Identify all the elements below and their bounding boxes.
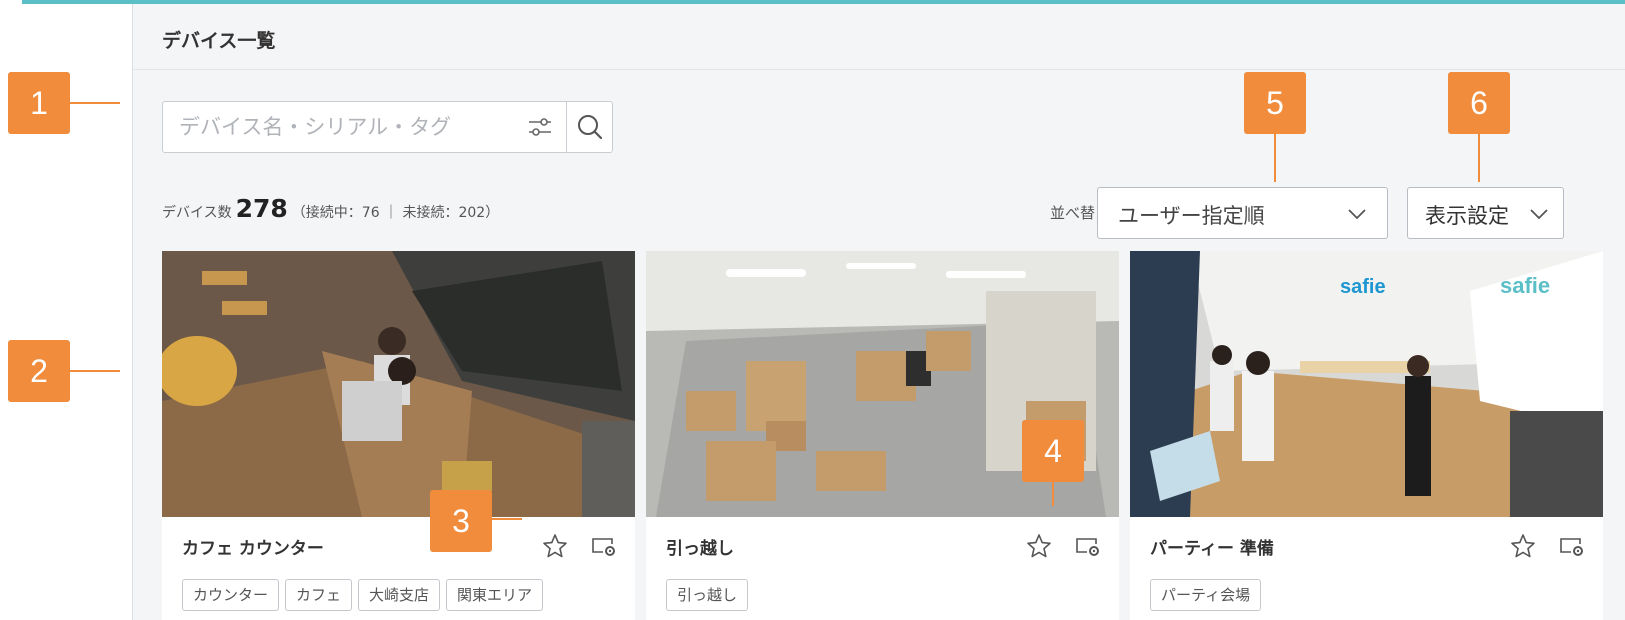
tag-list: 引っ越し <box>666 579 749 611</box>
device-card[interactable]: カフェ カウンター カウンター カフェ 大崎支店 関東エリア <box>162 251 635 620</box>
sort-selected-value: ユーザー指定順 <box>1118 204 1265 228</box>
device-name: 引っ越し <box>666 539 734 559</box>
favorite-button[interactable] <box>541 532 569 560</box>
callout-1-leader <box>70 102 120 104</box>
cafe-camera-image <box>162 251 635 517</box>
tag-list: カウンター カフェ 大崎支店 関東エリア <box>182 579 544 611</box>
display-settings-select[interactable]: 表示設定 <box>1407 187 1564 239</box>
device-settings-icon <box>592 538 615 556</box>
device-name: カフェ カウンター <box>182 539 324 559</box>
chevron-down-icon <box>1348 209 1366 220</box>
favorite-button[interactable] <box>1025 532 1053 560</box>
favorite-button[interactable] <box>1509 532 1537 560</box>
device-settings-button[interactable] <box>1073 532 1103 560</box>
callout-4: 4 <box>1022 420 1084 482</box>
device-count-row: デバイス数 278 （接続中：76 ｜ 未接続：202） <box>162 194 499 224</box>
device-settings-button[interactable] <box>589 532 619 560</box>
tag[interactable]: 大崎支店 <box>358 579 441 611</box>
device-card[interactable]: safie safie パーティー 準備 パーティ会場 <box>1130 251 1603 620</box>
device-thumbnail[interactable] <box>162 251 635 517</box>
page-title: デバイス一覧 <box>162 30 276 52</box>
search-button[interactable] <box>567 102 613 152</box>
star-outline-icon <box>1027 534 1051 558</box>
callout-5-leader <box>1274 134 1276 182</box>
safie-sign-text: safie <box>1500 273 1550 298</box>
callout-1: 1 <box>8 72 70 134</box>
device-connection-detail: （接続中：76 ｜ 未接続：202） <box>291 205 500 221</box>
star-outline-icon <box>1511 534 1535 558</box>
callout-5: 5 <box>1244 72 1306 134</box>
device-list-panel: デバイス一覧 デバイス数278（接続中：76 ｜ 未接続：202） 並べ替え ユ… <box>132 4 1625 620</box>
display-settings-label: 表示設定 <box>1425 204 1509 228</box>
search-input[interactable] <box>163 102 513 152</box>
callout-2: 2 <box>8 340 70 402</box>
party-room-camera-image: safie safie <box>1130 251 1603 517</box>
callout-3: 3 <box>430 490 492 552</box>
device-settings-icon <box>1076 538 1099 556</box>
chevron-down-icon <box>1530 209 1548 220</box>
device-count-label: デバイス数 <box>162 205 232 221</box>
device-settings-button[interactable] <box>1557 532 1587 560</box>
device-count-value: 278 <box>235 194 288 223</box>
sort-select[interactable]: ユーザー指定順 <box>1097 187 1388 239</box>
tag[interactable]: カウンター <box>182 579 280 611</box>
callout-2-leader <box>70 370 120 372</box>
star-outline-icon <box>543 534 567 558</box>
magnifier-icon <box>578 115 603 140</box>
panel-header: デバイス一覧 <box>133 4 1625 70</box>
callout-6: 6 <box>1448 72 1510 134</box>
tag[interactable]: パーティ会場 <box>1150 579 1262 611</box>
filter-button[interactable] <box>523 111 557 143</box>
callout-4-leader <box>1052 482 1054 506</box>
callout-3-leader <box>492 518 522 520</box>
callout-6-leader <box>1478 134 1480 182</box>
tag[interactable]: 関東エリア <box>446 579 544 611</box>
device-thumbnail[interactable]: safie safie <box>1130 251 1603 517</box>
tag[interactable]: カフェ <box>285 579 353 611</box>
tag-list: パーティ会場 <box>1150 579 1262 611</box>
sliders-icon <box>529 118 551 136</box>
safie-wall-text: safie <box>1340 276 1386 298</box>
search-box <box>162 101 613 153</box>
device-settings-icon <box>1560 538 1583 556</box>
device-name: パーティー 準備 <box>1150 539 1274 559</box>
tag[interactable]: 引っ越し <box>666 579 749 611</box>
